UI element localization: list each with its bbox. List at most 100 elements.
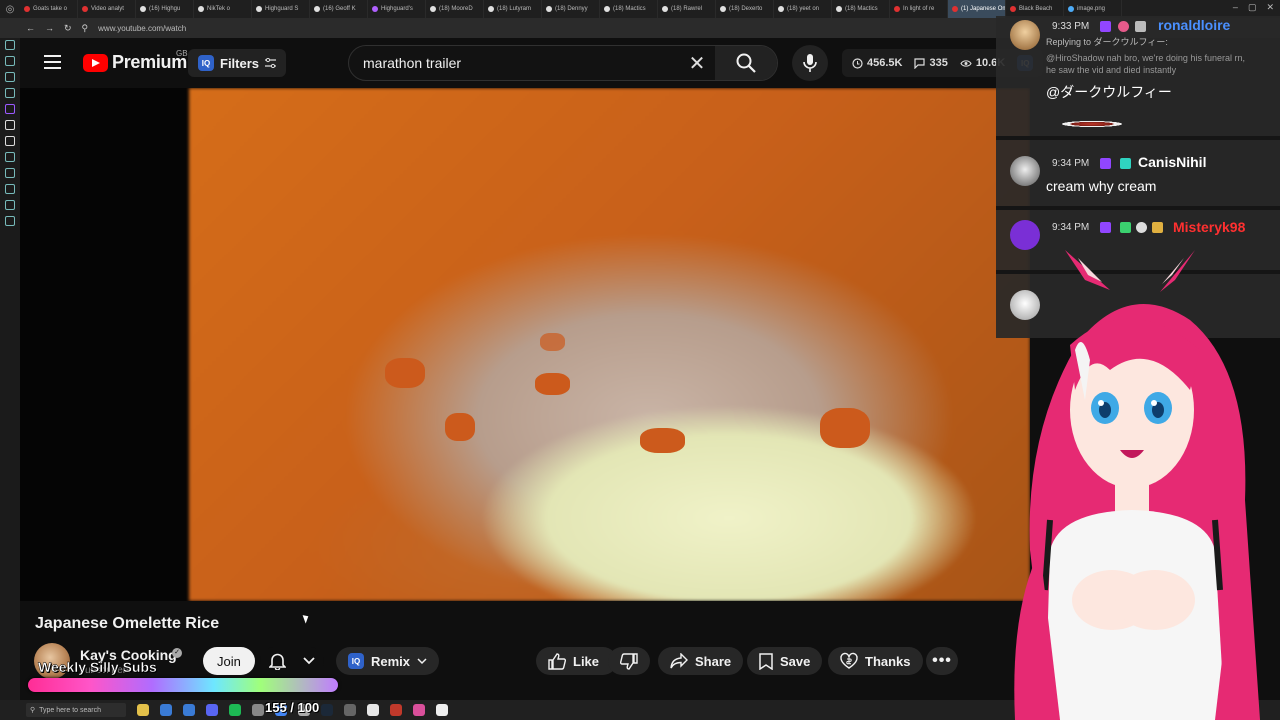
- browser-tab[interactable]: Video analyt: [78, 0, 136, 18]
- microphone-icon: [803, 54, 817, 72]
- iq-icon: IQ: [198, 55, 214, 71]
- tab-favicon-icon: [82, 6, 88, 12]
- browser-tab[interactable]: (16) Geoff K: [310, 0, 368, 18]
- video-player[interactable]: [20, 88, 1030, 601]
- reload-extension-icon[interactable]: [5, 40, 15, 50]
- play-extension-icon[interactable]: [5, 152, 15, 162]
- voice-search-button[interactable]: [792, 45, 828, 81]
- x-extension-icon[interactable]: [5, 120, 15, 130]
- food-fleck: [535, 373, 570, 395]
- close-window-icon[interactable]: ✕: [1266, 2, 1274, 13]
- share-button[interactable]: Share: [658, 647, 744, 675]
- folder-taskbar-icon[interactable]: [137, 704, 149, 716]
- search-icon: ⚲: [30, 707, 36, 714]
- search-input[interactable]: marathon trailer: [349, 55, 679, 71]
- news-extension-icon[interactable]: [5, 88, 15, 98]
- obs-taskbar-icon[interactable]: [390, 704, 402, 716]
- clock-extension-icon[interactable]: [5, 184, 15, 194]
- steam-taskbar-icon[interactable]: [321, 704, 333, 716]
- tab-favicon-icon: [430, 6, 436, 12]
- browser-tab[interactable]: (18) yeet on: [774, 0, 832, 18]
- twitch-extension-icon[interactable]: [5, 104, 15, 114]
- views-stat: 456.5K: [852, 57, 902, 69]
- tab-label: (18) Lutyram: [497, 6, 532, 12]
- tab-label: (18) yeet on: [787, 6, 820, 12]
- save-button[interactable]: Save: [747, 647, 823, 675]
- minimize-icon[interactable]: –: [1233, 2, 1238, 13]
- chat-username[interactable]: ronaldloire: [1158, 17, 1230, 33]
- food-fleck: [385, 358, 425, 388]
- tab-label: image.png: [1077, 6, 1106, 12]
- clear-search-icon[interactable]: ✕: [679, 51, 715, 76]
- thumbs-up-icon: [548, 652, 566, 670]
- x-extension-icon-2[interactable]: [5, 136, 15, 146]
- browser-tab[interactable]: In light of re: [890, 0, 948, 18]
- puzzle-extension-icon[interactable]: [5, 200, 15, 210]
- settings-extension-icon[interactable]: [5, 216, 15, 226]
- back-icon[interactable]: ←: [26, 23, 35, 33]
- filters-label: Filters: [220, 55, 260, 71]
- reload-icon[interactable]: ↻: [64, 23, 72, 34]
- divider-emote-icon: [1062, 121, 1122, 127]
- browser-tab[interactable]: Highguard's: [368, 0, 426, 18]
- thanks-button[interactable]: Thanks: [828, 647, 923, 675]
- tab-favicon-icon: [662, 6, 668, 12]
- browser-menu-icon[interactable]: ◎: [0, 0, 20, 18]
- search-button[interactable]: [715, 46, 777, 80]
- browser-tab[interactable]: (18) Mactics: [832, 0, 890, 18]
- thumbs-down-icon: [620, 652, 638, 670]
- forward-icon[interactable]: →: [45, 23, 54, 33]
- tab-label: (18) Mactics: [845, 6, 878, 12]
- tab-favicon-icon: [372, 6, 378, 12]
- dislike-button[interactable]: [608, 647, 650, 675]
- tab-favicon-icon: [720, 6, 726, 12]
- browser-tab[interactable]: (18) MooreD: [426, 0, 484, 18]
- extension-sidebar: [0, 38, 20, 700]
- notepad-taskbar-icon[interactable]: [367, 704, 379, 716]
- tab-label: NikTek o: [207, 6, 231, 12]
- tab-favicon-icon: [952, 6, 958, 12]
- message-extension-icon[interactable]: [5, 72, 15, 82]
- browser-tab[interactable]: (18) Dexerto: [716, 0, 774, 18]
- youtube-play-icon: [83, 53, 108, 72]
- subscription-bell-button[interactable]: [260, 647, 324, 675]
- remix-button[interactable]: IQ Remix: [336, 647, 440, 675]
- menu-icon[interactable]: [44, 55, 61, 69]
- history-extension-icon[interactable]: [5, 168, 15, 178]
- maximize-icon[interactable]: ▢: [1248, 2, 1257, 13]
- app-taskbar-icon[interactable]: [413, 704, 425, 716]
- browser-tab[interactable]: (18) Lutyram: [484, 0, 542, 18]
- taskbar-search[interactable]: ⚲ Type here to search: [26, 703, 126, 717]
- site-info-icon[interactable]: ⚲: [82, 23, 89, 34]
- discord-taskbar-icon[interactable]: [206, 704, 218, 716]
- join-button[interactable]: Join: [203, 647, 255, 675]
- tab-label: (1) Japanese Ome: [961, 6, 1006, 12]
- browser-tab[interactable]: (16) Highgu: [136, 0, 194, 18]
- browser-tab[interactable]: NikTek o: [194, 0, 252, 18]
- tab-strip: Goats take o Video analyt (16) Highgu NikTe…: [20, 0, 1122, 18]
- url-field[interactable]: www.youtube.com/watch: [98, 24, 186, 33]
- filters-button[interactable]: IQ Filters: [188, 49, 287, 77]
- browser-taskbar-icon[interactable]: [160, 704, 172, 716]
- app-taskbar-icon[interactable]: [344, 704, 356, 716]
- browser-tab[interactable]: (18) Rawrel: [658, 0, 716, 18]
- browser-tab[interactable]: (18) Mactics: [600, 0, 658, 18]
- tab-favicon-icon: [1068, 6, 1074, 12]
- chat-username[interactable]: Misteryk98: [1173, 219, 1245, 235]
- youtube-premium-logo[interactable]: Premium GB: [83, 49, 188, 73]
- heart-badge-icon: [1118, 21, 1129, 32]
- tab-label: (18) Dennyy: [555, 6, 588, 12]
- chat-username[interactable]: CanisNihil: [1138, 154, 1206, 170]
- app-taskbar-icon[interactable]: [183, 704, 195, 716]
- browser-tab[interactable]: Highguard S: [252, 0, 310, 18]
- app-taskbar-icon[interactable]: [436, 704, 448, 716]
- like-button[interactable]: Like: [536, 647, 618, 675]
- more-actions-button[interactable]: •••: [926, 647, 958, 675]
- app-taskbar-icon[interactable]: [252, 704, 264, 716]
- tab-favicon-icon: [314, 6, 320, 12]
- lock-extension-icon[interactable]: [5, 56, 15, 66]
- browser-tab[interactable]: Goats take o: [20, 0, 78, 18]
- bell-icon: [268, 653, 286, 670]
- browser-tab[interactable]: (18) Dennyy: [542, 0, 600, 18]
- spotify-taskbar-icon[interactable]: [229, 704, 241, 716]
